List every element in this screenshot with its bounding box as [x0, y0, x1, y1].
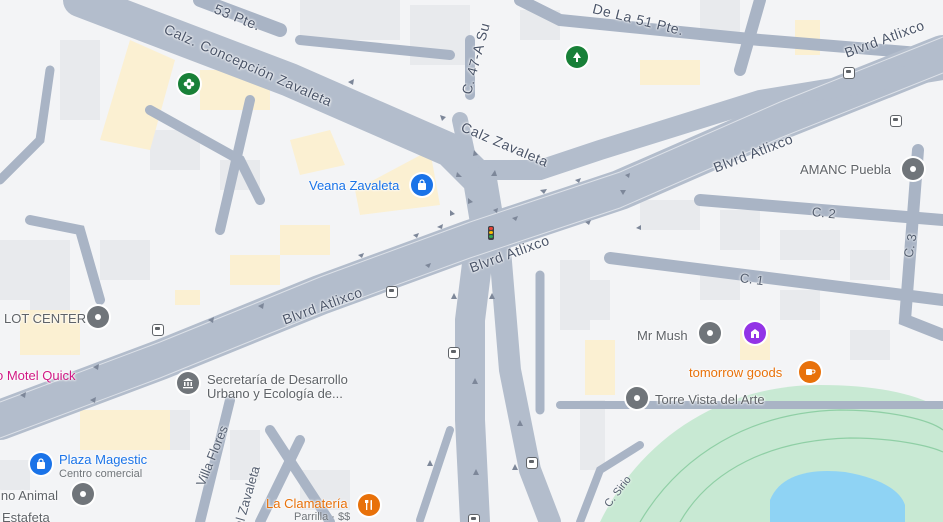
bus-stop-icon[interactable]	[843, 67, 855, 79]
bus-stop-icon[interactable]	[890, 115, 902, 127]
traffic-light-icon	[488, 226, 494, 240]
poi-veana-zavaleta[interactable]: Veana Zavaleta	[309, 178, 399, 193]
poi-tomorrow-goods[interactable]: tomorrow goods	[689, 365, 782, 380]
government-building-icon[interactable]	[177, 372, 199, 394]
place-pin-icon[interactable]	[699, 322, 721, 344]
coffee-cup-icon[interactable]	[799, 361, 821, 383]
map-canvas[interactable]: 53 Pte. De La 51 Pte. Calz. Concepción Z…	[0, 0, 943, 522]
bus-stop-icon[interactable]	[468, 514, 480, 522]
fork-knife-icon[interactable]	[358, 494, 380, 516]
poi-plaza-magestic-category: Centro comercial	[59, 468, 143, 480]
flower-icon[interactable]	[178, 73, 200, 95]
poi-plaza-magestic[interactable]: Plaza Magestic	[59, 452, 147, 467]
place-pin-icon[interactable]	[902, 158, 924, 180]
poi-torre-vista-del-arte[interactable]: Torre Vista del Arte	[655, 392, 765, 407]
shopping-bag-icon[interactable]	[30, 453, 52, 475]
landmark-icon[interactable]	[744, 322, 766, 344]
place-pin-icon[interactable]	[626, 387, 648, 409]
road-label-calle-1: C. 1	[738, 270, 765, 289]
poi-la-clamateria[interactable]: La Clamatería	[266, 496, 348, 511]
poi-animal[interactable]: ino Animal	[0, 488, 58, 503]
poi-motel-quick[interactable]: o Motel Quick	[0, 368, 75, 383]
poi-mr-mush[interactable]: Mr Mush	[637, 328, 688, 343]
tree-icon[interactable]	[566, 46, 588, 68]
bus-stop-icon[interactable]	[386, 286, 398, 298]
poi-amanc-puebla[interactable]: AMANC Puebla	[800, 162, 891, 177]
bus-stop-icon[interactable]	[448, 347, 460, 359]
bus-stop-icon[interactable]	[526, 457, 538, 469]
poi-secretaria-line2[interactable]: Urbano y Ecología de...	[207, 386, 343, 401]
road-label-calle-2: C. 2	[811, 204, 837, 222]
poi-estafeta[interactable]: Estafeta	[2, 510, 50, 522]
shopping-bag-icon[interactable]	[411, 174, 433, 196]
poi-lot-center[interactable]: LOT CENTER	[4, 311, 86, 326]
place-pin-icon[interactable]	[72, 483, 94, 505]
poi-la-clamateria-category: Parrilla · $$	[294, 511, 351, 522]
poi-secretaria-line1[interactable]: Secretaría de Desarrollo	[207, 372, 348, 387]
bus-stop-icon[interactable]	[152, 324, 164, 336]
place-pin-icon[interactable]	[87, 306, 109, 328]
